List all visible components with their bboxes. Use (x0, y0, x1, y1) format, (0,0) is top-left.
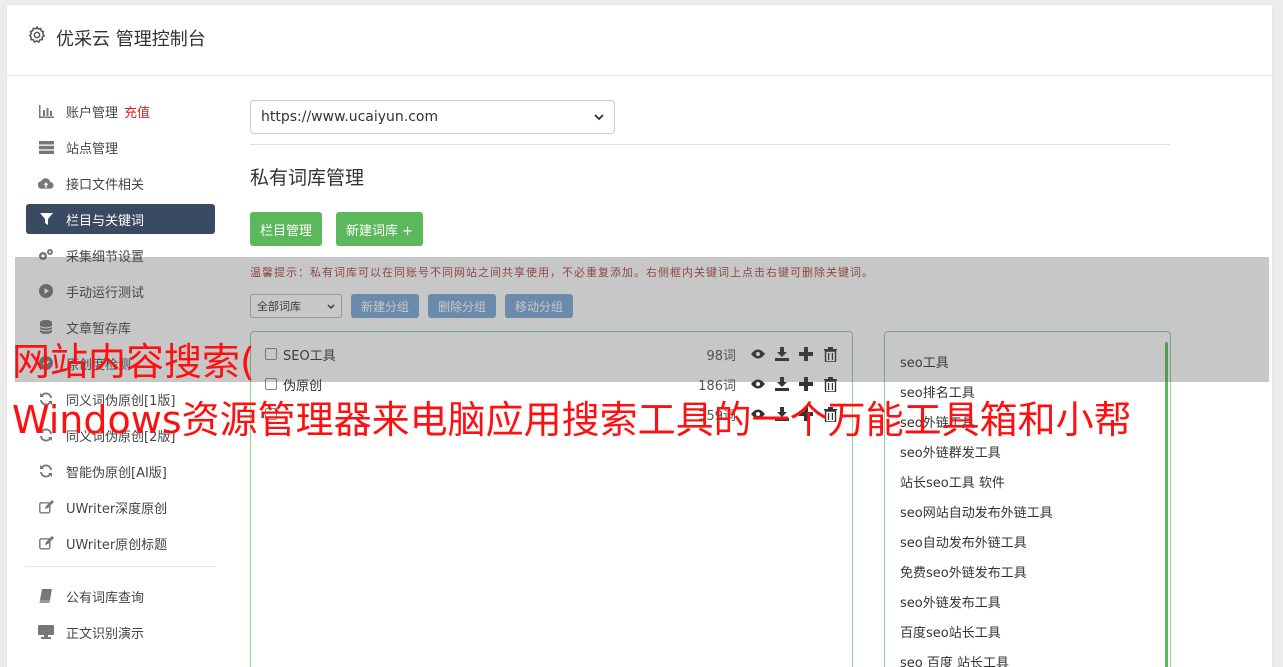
bar-chart-icon (38, 103, 54, 119)
sidebar-item-api[interactable]: 接口文件相关 (26, 168, 215, 198)
scrollbar[interactable] (1165, 342, 1168, 667)
section-heading: 私有词库管理 (250, 167, 365, 189)
sidebar-item-text-recognition[interactable]: 正文识别演示 (26, 617, 215, 647)
chevron-down-icon (594, 109, 604, 125)
keyword-item[interactable]: 百度seo站长工具 (885, 616, 1170, 646)
divider (250, 144, 1170, 145)
columns-button[interactable]: 栏目管理 (250, 212, 323, 246)
banner-line-2: Windows资源管理器来电脑应用搜索工具的一个万能工具箱和小帮 (12, 398, 1132, 442)
sidebar-item-public-lib[interactable]: 公有词库查询 (26, 581, 215, 611)
sidebar-item-ai-rewrite[interactable]: 智能伪原创[AI版] (26, 456, 215, 486)
keyword-item[interactable]: seo自动发布外链工具 (885, 526, 1170, 556)
sidebar-item-label: 账户管理 (66, 105, 119, 121)
sidebar-item-label: 站点管理 (66, 141, 119, 157)
sidebar-item-label: UWriter原创标题 (66, 537, 168, 553)
edit-icon (38, 535, 54, 551)
sidebar-item-label: 智能伪原创[AI版] (66, 465, 167, 481)
sidebar-item-label: 栏目与关键词 (66, 213, 145, 229)
sidebar-divider (26, 566, 215, 567)
sidebar-item-account[interactable]: 账户管理 充值 (26, 96, 215, 126)
cloud-upload-icon (38, 175, 54, 191)
new-library-button[interactable]: 新建词库 + (336, 212, 424, 246)
sidebar-item-label: UWriter深度原创 (66, 501, 168, 517)
sidebar-item-sites[interactable]: 站点管理 (26, 132, 215, 162)
keyword-item[interactable]: 站长seo工具 软件 (885, 466, 1170, 496)
keyword-item[interactable]: seo外链发布工具 (885, 586, 1170, 616)
site-select-value: https://www.ucaiyun.com (261, 109, 439, 125)
refresh-icon (38, 463, 54, 479)
sidebar-item-uwriter-title[interactable]: UWriter原创标题 (26, 528, 215, 558)
site-select[interactable]: https://www.ucaiyun.com (250, 100, 615, 134)
sidebar-item-uwriter-deep[interactable]: UWriter深度原创 (26, 492, 215, 522)
sidebar-item-label: 公有词库查询 (66, 590, 145, 606)
recharge-link[interactable]: 充值 (124, 102, 150, 121)
filter-icon (38, 211, 54, 227)
edit-icon (38, 499, 54, 515)
keyword-item[interactable]: 免费seo外链发布工具 (885, 556, 1170, 586)
monitor-icon (38, 624, 54, 640)
sidebar-item-label: 正文识别演示 (66, 626, 145, 642)
book-icon (38, 588, 54, 604)
keyword-item[interactable]: seo网站自动发布外链工具 (885, 496, 1170, 526)
sidebar-item-label: 接口文件相关 (66, 177, 145, 193)
keyword-item[interactable]: seo 百度 站长工具 (885, 646, 1170, 667)
server-icon (38, 139, 54, 155)
gear-icon (28, 25, 46, 44)
page-title: 优采云 管理控制台 (56, 29, 206, 50)
action-buttons: 栏目管理 新建词库 + (250, 212, 1170, 246)
header: 优采云 管理控制台 (7, 5, 1272, 76)
banner-line-1: 网站内容搜索( (12, 340, 255, 384)
sidebar-item-columns-keywords[interactable]: 栏目与关键词 (26, 204, 215, 234)
